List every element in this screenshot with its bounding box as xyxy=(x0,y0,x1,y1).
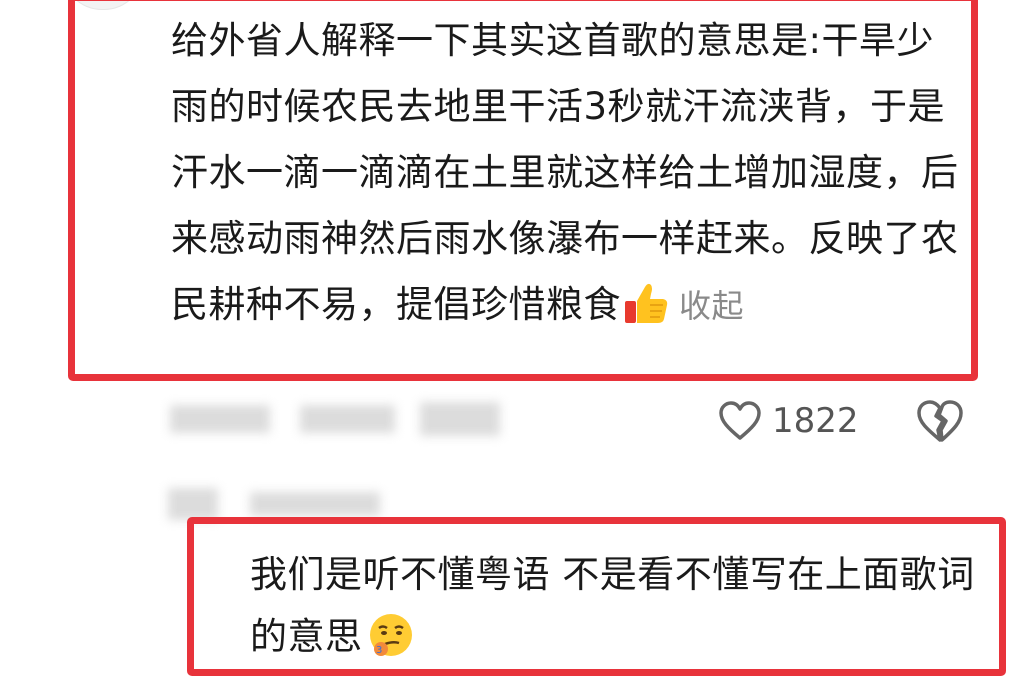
heart-icon xyxy=(719,401,761,440)
comment-thread: 给外省人解释一下其实这首歌的意思是:干旱少雨的时候农民去地里干活3秒就汗流浃背，… xyxy=(0,0,1020,683)
reply-body: 我们是听不懂粤语 不是看不懂写在上面歌词的意思 3 xyxy=(250,544,990,668)
broken-heart-icon[interactable] xyxy=(915,398,965,444)
svg-text:3: 3 xyxy=(376,645,383,656)
collapse-link[interactable]: 收起 xyxy=(679,287,744,325)
reply-text: 我们是听不懂粤语 不是看不懂写在上面歌词的意思 xyxy=(250,553,975,658)
comment-text: 给外省人解释一下其实这首歌的意思是:干旱少雨的时候农民去地里干活3秒就汗流浃背，… xyxy=(171,19,959,326)
comment-body: 给外省人解释一下其实这首歌的意思是:干旱少雨的时候农民去地里干活3秒就汗流浃背，… xyxy=(171,8,967,339)
like-button[interactable]: 1822 xyxy=(718,396,859,446)
comment-meta-blurred xyxy=(420,402,500,436)
comment-meta-blurred xyxy=(300,405,395,433)
comment-meta-blurred xyxy=(170,405,270,433)
like-count: 1822 xyxy=(772,401,859,441)
smirk-face-icon: 3 xyxy=(369,614,412,656)
reply-avatar-blurred xyxy=(168,488,218,520)
reply-author-blurred xyxy=(250,492,380,516)
thumbs-up-icon xyxy=(625,283,668,323)
